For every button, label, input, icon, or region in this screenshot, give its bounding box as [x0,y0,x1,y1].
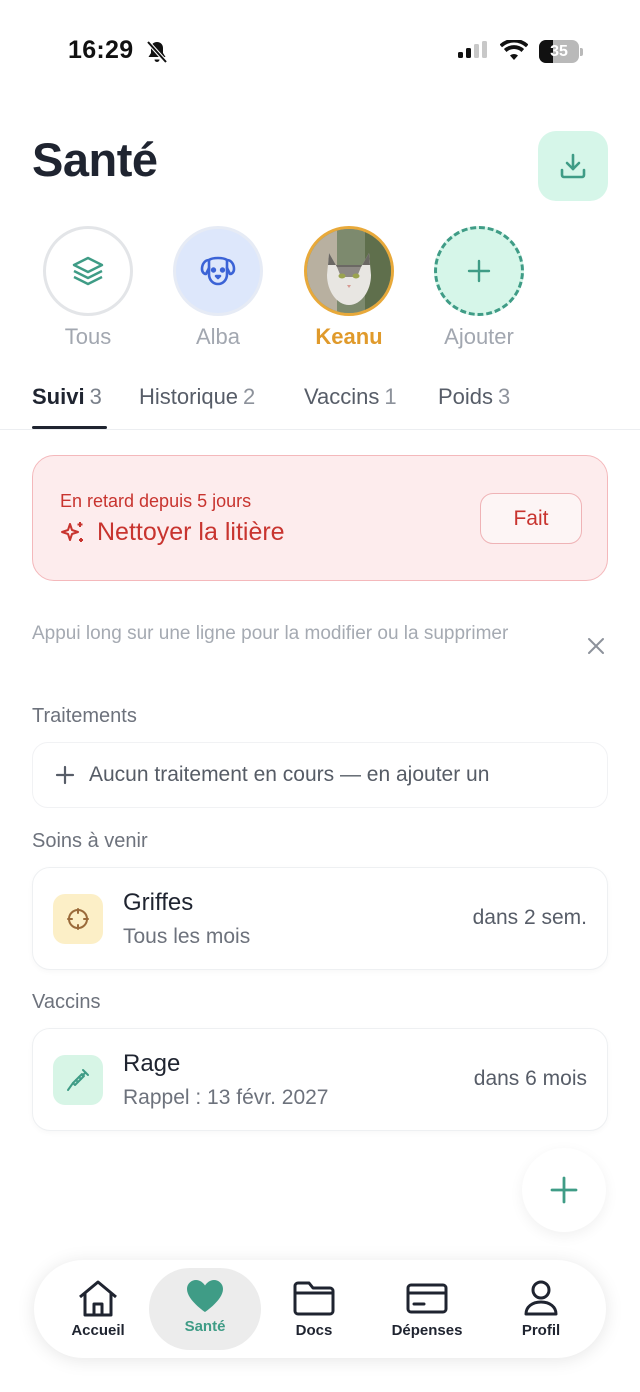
cellular-signal-icon [458,41,487,58]
tab-bar: Suivi 3 Historique 2 Vaccins 1 Poids 3 [0,384,640,430]
bottom-navigation: Accueil Santé Docs Dépenses Profil [34,1260,606,1358]
download-icon [560,153,586,179]
overdue-title: Nettoyer la litière [97,518,285,546]
dog-icon [200,256,236,286]
active-tab-indicator [32,426,107,429]
syringe-icon [67,1069,89,1091]
status-time: 16:29 [68,36,134,64]
bell-muted-icon [146,40,168,64]
pet-filter-all[interactable]: Tous [33,226,143,350]
battery-level: 35 [550,43,568,60]
user-icon [524,1280,558,1316]
nav-label: Accueil [71,1322,125,1339]
nav-label: Profil [521,1322,561,1339]
home-icon [79,1280,117,1317]
tab-vaccins[interactable]: Vaccins 1 [304,384,397,410]
crosshair-icon [67,908,89,930]
battery-indicator: 35 [539,40,583,63]
care-icon-container [53,894,103,944]
nav-item-depenses[interactable]: Dépenses [371,1268,483,1350]
pet-label: Keanu [315,324,383,349]
plus-icon [467,259,491,283]
vaccine-icon-container [53,1055,103,1105]
pet-label: Alba [195,324,241,349]
cat-photo [307,229,391,313]
care-item-griffes[interactable]: Griffes Tous les mois dans 2 sem. [32,867,608,970]
section-title-upcoming: Soins à venir [32,830,148,852]
add-pet-button[interactable]: Ajouter [424,226,534,350]
pet-filter-keanu[interactable]: Keanu [294,226,404,350]
nav-label: Santé [184,1318,226,1335]
care-due: dans 2 sem. [472,906,587,929]
vaccine-reminder: Rappel : 13 févr. 2027 [123,1086,329,1109]
nav-label: Dépenses [391,1322,463,1339]
pet-label: Tous [64,324,112,349]
vaccine-due: dans 6 mois [473,1067,587,1090]
pet-selector: Tous Alba Keanu Ajouter [0,226,640,356]
vaccine-name: Rage [123,1050,181,1077]
nav-item-profil[interactable]: Profil [485,1268,597,1350]
vaccine-item-rage[interactable]: Rage Rappel : 13 févr. 2027 dans 6 mois [32,1028,608,1131]
nav-item-sante[interactable]: Santé [149,1268,261,1350]
heart-icon [187,1280,223,1312]
section-title-treatments: Traitements [32,705,137,727]
status-bar: 16:29 35 [0,0,640,104]
pet-avatar [43,226,133,316]
tab-historique[interactable]: Historique 2 [139,384,255,410]
pet-avatar [304,226,394,316]
add-treatment-row[interactable]: Aucun traitement en cours — en ajouter u… [32,742,608,808]
plus-icon [55,765,75,785]
layers-icon [72,256,104,286]
pet-label: Ajouter [444,324,514,349]
hint-text: Appui long sur une ligne pour la modifie… [32,623,509,644]
nav-label: Docs [295,1322,333,1339]
overdue-caption: En retard depuis 5 jours [60,491,252,511]
pet-avatar [434,226,524,316]
empty-treatment-label: Aucun traitement en cours — en ajouter u… [89,763,490,786]
care-frequency: Tous les mois [123,925,251,948]
nav-item-accueil[interactable]: Accueil [42,1268,154,1350]
pet-filter-alba[interactable]: Alba [163,226,273,350]
wifi-icon [500,40,528,60]
pet-avatar [173,226,263,316]
nav-item-docs[interactable]: Docs [258,1268,370,1350]
add-fab-button[interactable] [522,1148,606,1232]
care-name: Griffes [123,889,194,916]
folder-icon [293,1281,335,1316]
tab-poids[interactable]: Poids 3 [438,384,510,410]
card-icon [406,1283,448,1314]
export-button[interactable] [538,131,608,201]
section-title-vaccines: Vaccins [32,991,101,1013]
sparkle-icon [61,521,83,542]
mark-done-button[interactable]: Fait [480,493,582,544]
page-title: Santé [32,133,158,186]
overdue-task-card[interactable]: En retard depuis 5 jours Nettoyer la lit… [32,455,608,581]
plus-icon [550,1176,578,1204]
close-icon[interactable] [584,634,608,658]
tab-suivi[interactable]: Suivi 3 [32,384,102,410]
